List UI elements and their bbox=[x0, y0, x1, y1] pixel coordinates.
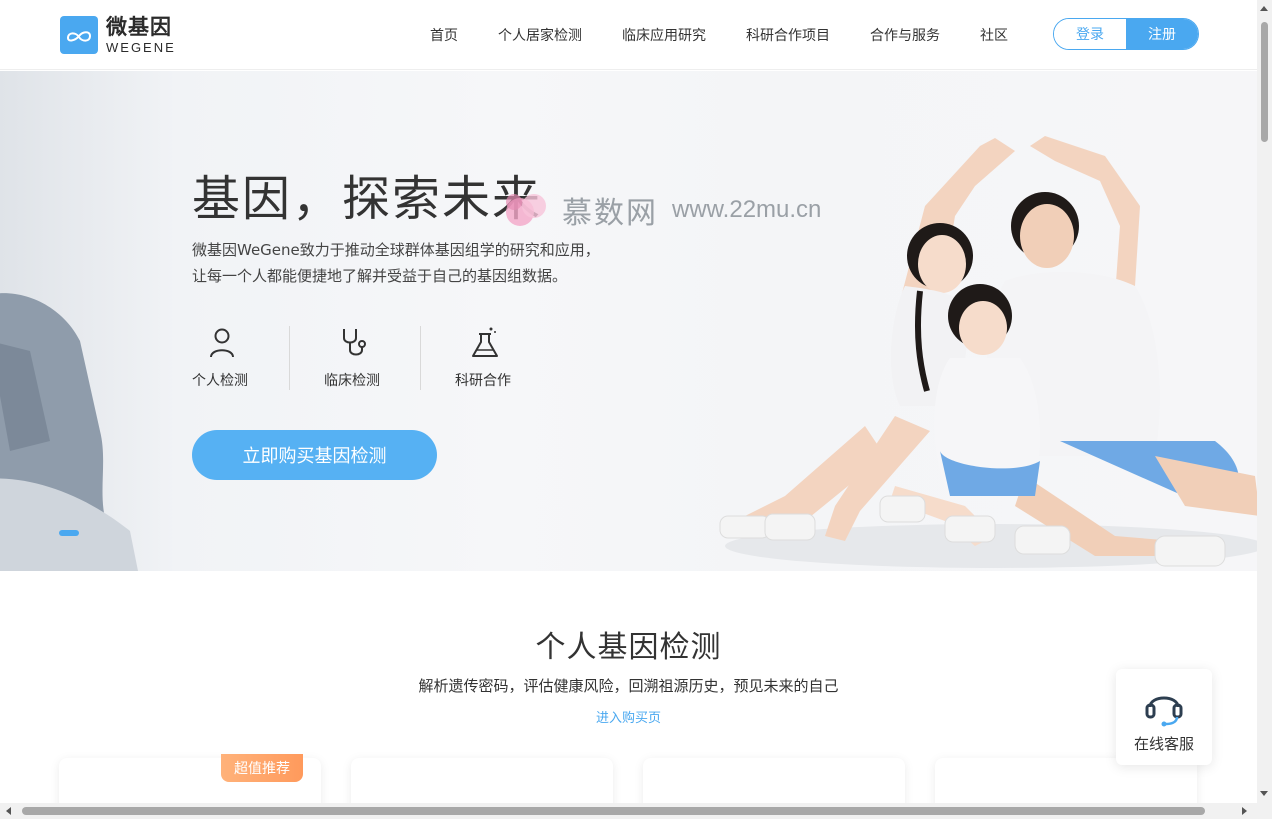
hero-desc-line1: 微基因WeGene致力于推动全球群体基因组学的研究和应用， bbox=[192, 241, 600, 259]
horizontal-scrollbar-thumb[interactable] bbox=[22, 807, 1205, 815]
hero-description: 微基因WeGene致力于推动全球群体基因组学的研究和应用， 让每一个人都能便捷地… bbox=[192, 237, 600, 289]
watermark-logo-icon bbox=[506, 194, 546, 226]
vertical-scrollbar-thumb[interactable] bbox=[1261, 22, 1268, 142]
feature-label-clinical: 临床检测 bbox=[324, 373, 380, 389]
horizontal-scrollbar[interactable] bbox=[0, 803, 1257, 819]
watermark-text-cn: 慕数网 bbox=[562, 196, 658, 231]
stethoscope-icon bbox=[343, 329, 366, 356]
headset-icon bbox=[1145, 696, 1183, 727]
hero-features: 个人检测 临床检测 科研合作 bbox=[192, 326, 551, 390]
online-service-label: 在线客服 bbox=[1133, 735, 1194, 753]
hero-left-person-image bbox=[0, 293, 138, 571]
online-service-widget[interactable]: 在线客服 bbox=[1116, 669, 1212, 765]
main-nav: 首页 个人居家检测 临床应用研究 科研合作项目 合作与服务 社区 bbox=[410, 0, 1028, 70]
hero-title: 基因，探索未来 bbox=[192, 171, 543, 227]
hero-desc-line2: 让每一个人都能便捷地了解并受益于自己的基因组数据。 bbox=[192, 267, 568, 285]
logo-mark-icon bbox=[60, 16, 98, 54]
flask-icon bbox=[472, 327, 498, 357]
register-button[interactable]: 注册 bbox=[1126, 19, 1198, 49]
logo[interactable]: 微基因 WEGENE bbox=[60, 15, 176, 55]
hero-banner: 基因，探索未来 微基因WeGene致力于推动全球群体基因组学的研究和应用， 让每… bbox=[0, 71, 1257, 571]
nav-item-home-test[interactable]: 个人居家检测 bbox=[498, 25, 582, 45]
nav-item-home[interactable]: 首页 bbox=[430, 25, 458, 45]
person-icon bbox=[210, 328, 234, 358]
auth-buttons: 登录 注册 bbox=[1053, 18, 1199, 50]
scroll-left-arrow-icon[interactable] bbox=[6, 807, 11, 815]
feature-label-research: 科研合作 bbox=[455, 373, 511, 389]
logo-name-en: WEGENE bbox=[106, 39, 176, 55]
family-hero-image bbox=[719, 136, 1257, 568]
logo-name-cn: 微基因 bbox=[106, 14, 172, 39]
feature-clinical[interactable]: 临床检测 bbox=[289, 326, 420, 390]
watermark: 慕数网 www.22mu.cn bbox=[500, 188, 821, 232]
watermark-url: www.22mu.cn bbox=[672, 196, 822, 223]
scroll-right-arrow-icon[interactable] bbox=[1242, 807, 1247, 815]
buy-gene-test-button[interactable]: 立即购买基因检测 bbox=[192, 430, 437, 480]
enter-purchase-link[interactable]: 进入购买页 bbox=[0, 707, 1257, 726]
section-subtitle: 解析遗传密码，评估健康风险，回溯祖源历史，预见未来的自己 bbox=[418, 677, 839, 695]
section-title: 个人基因检测 bbox=[535, 630, 722, 665]
nav-item-community[interactable]: 社区 bbox=[980, 25, 1008, 45]
scrollbar-corner bbox=[1257, 803, 1272, 819]
nav-item-clinical[interactable]: 临床应用研究 bbox=[622, 25, 706, 45]
nav-item-partnership[interactable]: 合作与服务 bbox=[870, 25, 940, 45]
login-button[interactable]: 登录 bbox=[1054, 19, 1126, 49]
scroll-up-arrow-icon[interactable] bbox=[1260, 6, 1268, 11]
feature-personal[interactable]: 个人检测 bbox=[192, 326, 289, 390]
feature-label-personal: 个人检测 bbox=[192, 373, 248, 389]
carousel-indicator[interactable] bbox=[59, 530, 79, 536]
vertical-scrollbar[interactable] bbox=[1257, 0, 1272, 819]
recommended-badge: 超值推荐 bbox=[221, 754, 303, 782]
feature-research[interactable]: 科研合作 bbox=[420, 326, 551, 390]
scroll-down-arrow-icon[interactable] bbox=[1260, 791, 1268, 796]
nav-item-research[interactable]: 科研合作项目 bbox=[746, 25, 830, 45]
site-header: 微基因 WEGENE 首页 个人居家检测 临床应用研究 科研合作项目 合作与服务… bbox=[0, 0, 1257, 70]
